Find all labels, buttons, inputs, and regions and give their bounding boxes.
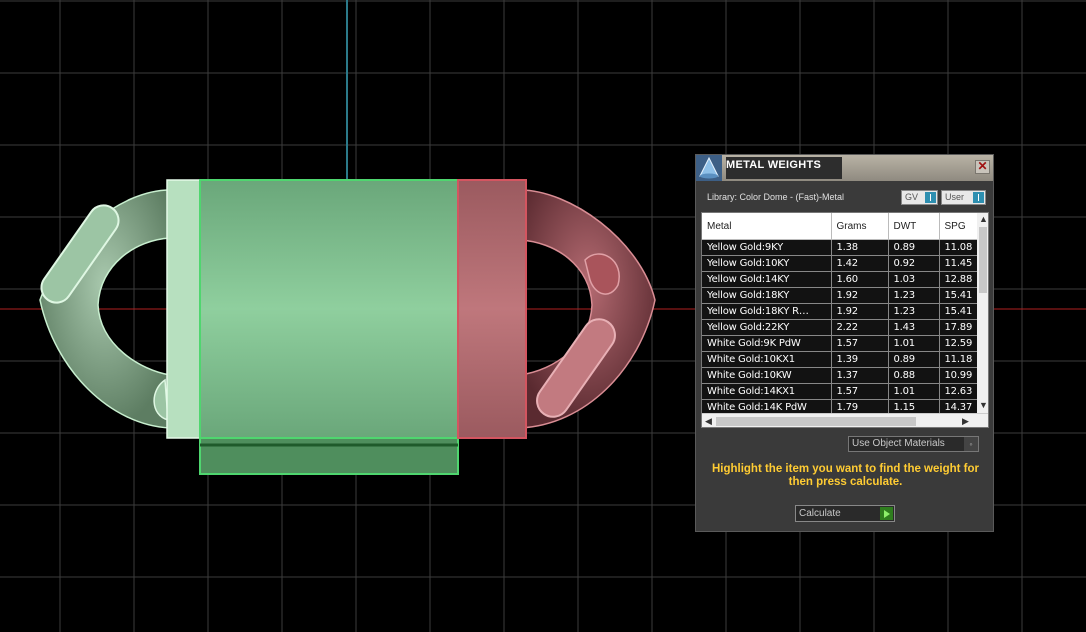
close-button[interactable]: ✕ [975,160,990,174]
user-toggle-label: User [945,192,965,202]
user-toggle[interactable]: User [941,190,986,205]
table-row[interactable]: Yellow Gold:9KY 1.38 0.89 11.08 [702,239,983,256]
toggle-knob-icon [925,192,936,203]
spg-cell: 17.89 [939,319,983,336]
metal-cell: White Gold:10KX1 [702,351,832,368]
metal-cell: Yellow Gold:14KY [702,271,832,288]
material-source-select[interactable]: Use Object Materials ◦ [848,436,979,452]
vertical-scroll-thumb[interactable] [979,227,987,293]
spg-cell: 10.99 [939,367,983,384]
column-header-grams[interactable]: Grams [831,213,889,240]
grams-cell: 1.92 [831,303,889,320]
gv-toggle[interactable]: GV [901,190,938,205]
green-cylinder-base[interactable] [199,437,459,475]
table-row[interactable]: White Gold:10KW 1.37 0.88 10.99 [702,367,983,384]
spg-cell: 11.18 [939,351,983,368]
table-row[interactable]: Yellow Gold:18KY R… 1.92 1.23 15.41 [702,303,983,320]
dwt-cell: 0.89 [888,239,940,256]
dwt-cell: 0.89 [888,351,940,368]
metal-cell: Yellow Gold:18KY R… [702,303,832,320]
scroll-down-icon[interactable]: ▼ [979,401,988,410]
metal-cell: Yellow Gold:10KY [702,255,832,272]
table-row[interactable]: White Gold:9K PdW 1.57 1.01 12.59 [702,335,983,352]
table-row[interactable]: Yellow Gold:14KY 1.60 1.03 12.88 [702,271,983,288]
spg-cell: 12.63 [939,383,983,400]
dwt-cell: 0.88 [888,367,940,384]
spg-cell: 11.45 [939,255,983,272]
scroll-left-icon[interactable]: ◀ [705,417,712,426]
metal-cell: Yellow Gold:22KY [702,319,832,336]
toggle-knob-icon [973,192,984,203]
metal-cell: White Gold:10KW [702,367,832,384]
metal-cell: White Gold:14KX1 [702,383,832,400]
grams-cell: 1.60 [831,271,889,288]
dropdown-icon: ◦ [964,437,978,451]
horizontal-scrollbar[interactable]: ◀ ▶ [702,413,988,427]
library-label: Library: Color Dome - (Fast)-Metal [707,192,845,202]
horizontal-scroll-thumb[interactable] [716,417,916,426]
cone-icon [696,155,722,181]
close-icon: ✕ [977,159,988,173]
spg-cell: 11.08 [939,239,983,256]
metal-cell: Yellow Gold:9KY [702,239,832,256]
spg-cell: 12.59 [939,335,983,352]
table-row[interactable]: Yellow Gold:22KY 2.22 1.43 17.89 [702,319,983,336]
grams-cell: 1.92 [831,287,889,304]
grams-cell: 1.37 [831,367,889,384]
grams-cell: 2.22 [831,319,889,336]
column-header-metal[interactable]: Metal [702,213,832,240]
table-row[interactable]: Yellow Gold:18KY 1.92 1.23 15.41 [702,287,983,304]
dwt-cell: 1.03 [888,271,940,288]
panel-title-text: METAL WEIGHTS [726,159,822,171]
table-row[interactable]: Yellow Gold:10KY 1.42 0.92 11.45 [702,255,983,272]
spg-cell: 15.41 [939,287,983,304]
table-header-row: Metal Grams DWT SPG [702,213,983,240]
metal-cell: White Gold:9K PdW [702,335,832,352]
green-cylinder[interactable] [199,179,459,439]
grams-cell: 1.57 [831,335,889,352]
play-icon [880,507,893,520]
grams-cell: 1.38 [831,239,889,256]
table-row[interactable]: White Gold:10KX1 1.39 0.89 11.18 [702,351,983,368]
dwt-cell: 0.92 [888,255,940,272]
grams-cell: 1.57 [831,383,889,400]
metal-cell: Yellow Gold:18KY [702,287,832,304]
grams-cell: 1.39 [831,351,889,368]
calculate-label: Calculate [799,508,841,519]
gv-toggle-label: GV [905,192,919,202]
material-source-value: Use Object Materials [852,438,945,449]
dwt-cell: 1.23 [888,287,940,304]
scroll-up-icon[interactable]: ▲ [979,215,988,224]
column-header-spg[interactable]: SPG [939,213,983,240]
red-collar[interactable] [457,179,527,439]
column-header-dwt[interactable]: DWT [888,213,940,240]
spg-cell: 15.41 [939,303,983,320]
calculate-button[interactable]: Calculate [795,505,895,522]
spg-cell: 12.88 [939,271,983,288]
instructions-text: Highlight the item you want to find the … [711,463,980,488]
dwt-cell: 1.01 [888,335,940,352]
panel-title: METAL WEIGHTS [726,157,842,179]
scroll-right-icon[interactable]: ▶ [962,417,969,426]
grams-cell: 1.42 [831,255,889,272]
metal-weights-panel: METAL WEIGHTS ✕ Library: Color Dome - (F… [695,154,994,532]
dwt-cell: 1.43 [888,319,940,336]
green-collar[interactable] [166,179,202,439]
vertical-scrollbar[interactable]: ▲ ▼ [977,213,988,413]
table-row[interactable]: White Gold:14KX1 1.57 1.01 12.63 [702,383,983,400]
panel-titlebar[interactable]: METAL WEIGHTS ✕ [696,155,993,181]
dwt-cell: 1.01 [888,383,940,400]
dwt-cell: 1.23 [888,303,940,320]
metal-table[interactable]: Metal Grams DWT SPG Yellow Gold:9KY 1.38 0… [701,212,989,428]
